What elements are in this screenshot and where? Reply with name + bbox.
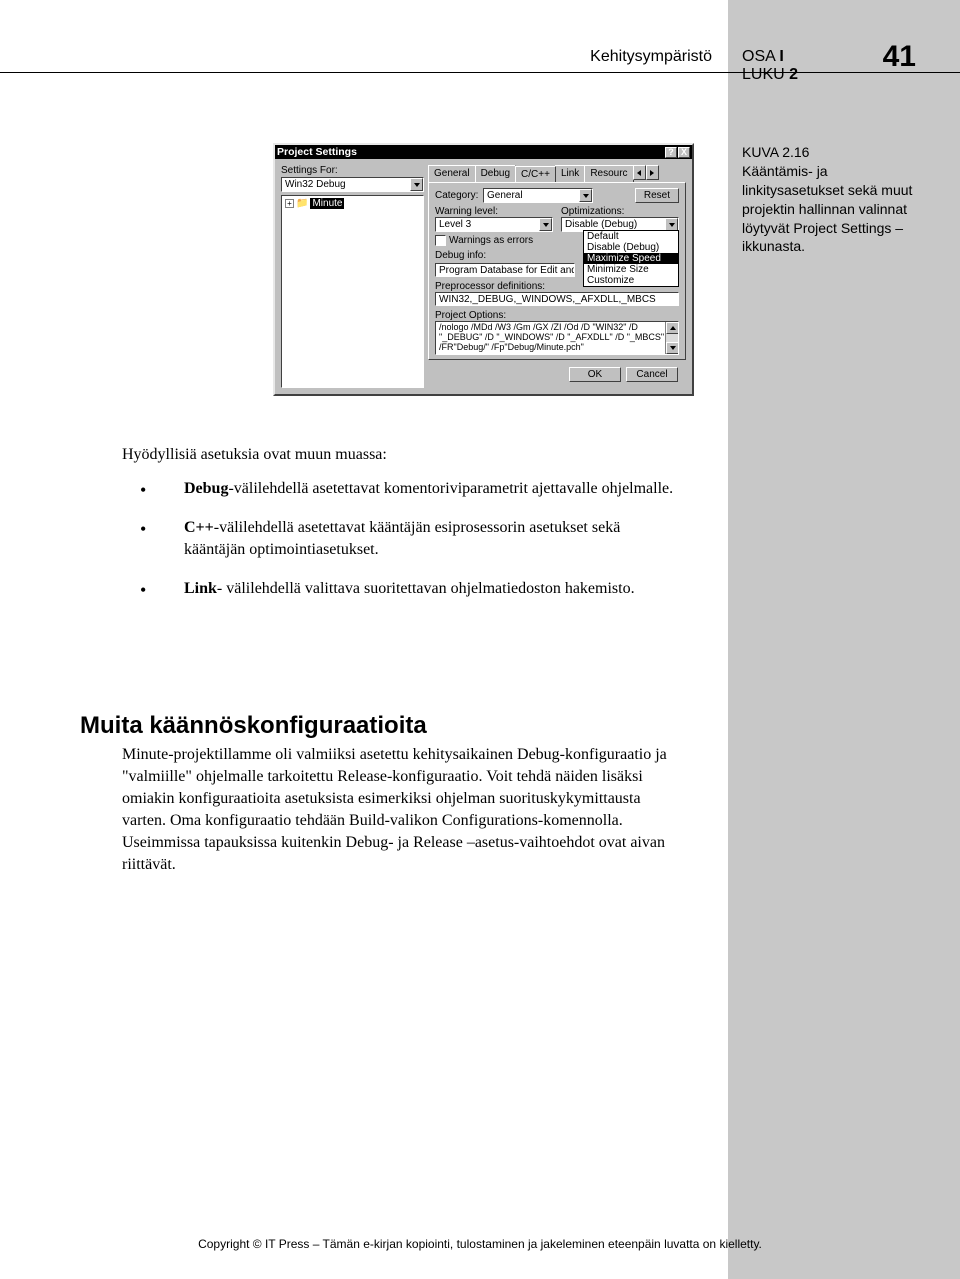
- bullet-cpp: C++-välilehdellä asetettavat kääntäjän e…: [140, 517, 677, 562]
- settings-for-label: Settings For:: [281, 165, 424, 176]
- dialog-titlebar[interactable]: Project Settings ? X: [275, 145, 692, 159]
- category-combo[interactable]: General: [483, 188, 593, 203]
- opt-customize[interactable]: Customize: [584, 275, 678, 286]
- body-intro-block: Hyödyllisiä asetuksia ovat muun muassa: …: [122, 444, 677, 616]
- copyright-footer: Copyright © IT Press – Tämän e-kirjan ko…: [0, 1237, 960, 1251]
- project-options-field[interactable]: /nologo /MDd /W3 /Gm /GX /ZI /Od /D "WIN…: [435, 321, 679, 355]
- opt-minimize-size[interactable]: Minimize Size: [584, 264, 678, 275]
- optimizations-dropdown-list[interactable]: Default Disable (Debug) Maximize Speed M…: [583, 230, 679, 287]
- dialog-title: Project Settings: [277, 146, 357, 158]
- opt-disable-debug[interactable]: Disable (Debug): [584, 242, 678, 253]
- optimizations-label: Optimizations:: [561, 206, 679, 217]
- tab-link[interactable]: Link: [555, 165, 585, 182]
- section-heading: Muita käännöskonfiguraatioita: [80, 712, 427, 740]
- cancel-button[interactable]: Cancel: [626, 367, 678, 382]
- header-subtitle: Kehitysympäristö: [590, 48, 712, 66]
- scrollbar[interactable]: [665, 322, 678, 354]
- tab-strip: General Debug C/C++ Link Resourc: [428, 165, 686, 182]
- expand-icon[interactable]: +: [285, 199, 294, 208]
- preprocessor-field[interactable]: WIN32,_DEBUG,_WINDOWS,_AFXDLL,_MBCS: [435, 292, 679, 306]
- project-options-label: Project Options:: [435, 310, 679, 321]
- help-button[interactable]: ?: [665, 147, 677, 158]
- opt-default[interactable]: Default: [584, 231, 678, 242]
- page-number: 41: [883, 40, 916, 74]
- ok-button[interactable]: OK: [569, 367, 621, 382]
- warning-level-combo[interactable]: Level 3: [435, 217, 553, 232]
- tab-scroll-right-icon[interactable]: [646, 165, 659, 180]
- chevron-down-icon[interactable]: [539, 218, 552, 231]
- tab-debug[interactable]: Debug: [475, 165, 516, 182]
- debug-info-field[interactable]: Program Database for Edit and: [435, 263, 575, 277]
- bullet-link: Link- välilehdellä valittava suoritettav…: [140, 578, 677, 600]
- project-tree[interactable]: + 📁 Minute: [281, 195, 424, 388]
- warning-level-label: Warning level:: [435, 206, 553, 217]
- close-button[interactable]: X: [678, 147, 690, 158]
- debug-info-label: Debug info:: [435, 250, 553, 261]
- bullet-debug: Debug-välilehdellä asetettavat komentori…: [140, 478, 677, 500]
- tab-resources[interactable]: Resourc: [584, 165, 633, 182]
- scroll-up-icon[interactable]: [666, 322, 679, 334]
- tab-content: Category: General Reset Warning level: L…: [428, 182, 686, 360]
- tree-item-minute[interactable]: Minute: [310, 198, 344, 209]
- chevron-down-icon[interactable]: [410, 178, 423, 191]
- tab-general[interactable]: General: [428, 165, 476, 182]
- caption-label: KUVA 2.16: [742, 143, 927, 162]
- tab-scroll-left-icon[interactable]: [633, 165, 646, 180]
- tab-cpp[interactable]: C/C++: [515, 166, 556, 183]
- figure-caption: KUVA 2.16 Kääntämis- ja linkitysasetukse…: [742, 143, 927, 256]
- section-body: Minute-projektillamme oli valmiiksi aset…: [122, 744, 677, 876]
- header-part-chapter: OSA I LUKU 2: [742, 48, 798, 84]
- settings-for-combo[interactable]: Win32 Debug: [281, 177, 424, 192]
- category-label: Category:: [435, 190, 479, 201]
- warnings-as-errors-checkbox[interactable]: Warnings as errors: [435, 235, 553, 246]
- header-rule: [0, 72, 960, 73]
- intro-paragraph: Hyödyllisiä asetuksia ovat muun muassa:: [122, 444, 677, 466]
- chevron-down-icon[interactable]: [579, 189, 592, 202]
- opt-maximize-speed[interactable]: Maximize Speed: [584, 253, 678, 264]
- caption-text: Kääntämis- ja linkitysasetukset sekä muu…: [742, 163, 912, 255]
- checkbox-icon[interactable]: [435, 235, 446, 246]
- project-settings-dialog: Project Settings ? X Settings For: Win32…: [273, 143, 694, 396]
- reset-button[interactable]: Reset: [635, 188, 679, 203]
- scroll-down-icon[interactable]: [666, 342, 679, 354]
